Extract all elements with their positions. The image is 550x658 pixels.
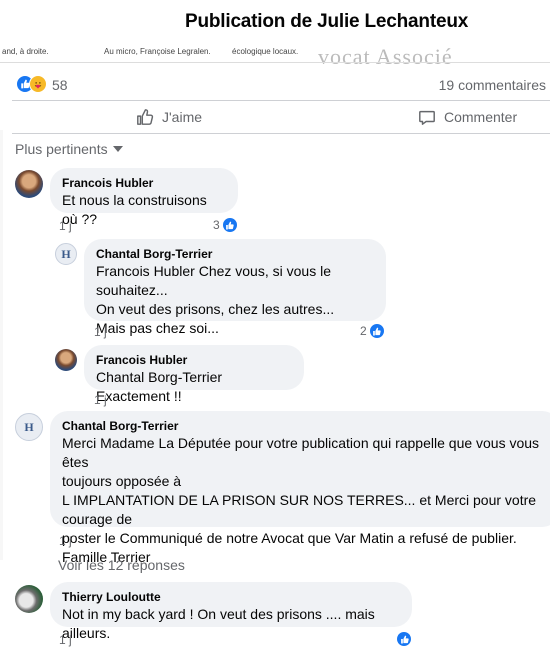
comments-count-link[interactable]: 19 commentaires [439,77,546,93]
post-header: Publication de Julie Lechanteux [0,0,550,48]
comment-timestamp[interactable]: 1 j [59,219,72,233]
comment-text: Chantal Borg-Terrier Exactement !! [96,369,223,404]
sort-dropdown[interactable]: Plus pertinents [15,141,123,157]
comment-bubble: Francois Hubler Et nous la construisons … [50,168,238,227]
logo-letter: H [61,246,71,261]
comment-reaction-count[interactable] [394,631,412,647]
like-button[interactable]: J'aime [136,101,202,133]
comment-text: Merci Madame La Députée pour votre publi… [62,435,540,565]
logo-letter: H [24,419,34,434]
avatar[interactable] [55,349,77,371]
comment-button-label: Commenter [444,109,518,125]
comment-bubble: Thierry Louloutte Not in my back yard ! … [50,582,412,641]
like-button-label: J'aime [162,109,203,125]
caret-down-icon [112,146,123,152]
post-image-strip[interactable]: and, à droite. Au micro, Françoise Legra… [0,44,550,66]
comment-timestamp[interactable]: 1 j [94,325,107,339]
thumbs-up-icon [137,109,154,125]
comment-author[interactable]: Francois Hubler [96,352,292,368]
avatar[interactable] [15,170,43,198]
comment-text: Not in my back yard ! On veut des prison… [62,606,375,641]
comment-timestamp[interactable]: 1 j [59,633,72,647]
comment-icon [419,110,435,125]
post-snippet-right: écologique locaux. [232,47,299,56]
page-title: Publication de Julie Lechanteux [185,11,469,32]
reaction-number: 3 [213,218,220,232]
like-icon [221,217,238,233]
comment-author[interactable]: Chantal Borg-Terrier [96,246,374,262]
care-icon [29,75,47,93]
comment-author[interactable]: Francois Hubler [62,175,226,191]
comment-author[interactable]: Thierry Louloutte [62,589,400,605]
strip-divider [0,62,550,63]
like-icon [396,631,412,647]
post-snippet-mid: Au micro, Françoise Legralen. [104,47,211,56]
reaction-count[interactable]: 58 [52,77,68,93]
reactions-bar: 58 19 commentaires [0,66,550,100]
reaction-number: 2 [360,324,367,338]
comment-timestamp[interactable]: 1 j [59,534,72,548]
reaction-icons[interactable] [16,75,50,93]
comment-reaction-count[interactable]: 3 [213,217,238,233]
comment-reaction-count[interactable]: 2 [360,323,385,339]
sort-label: Plus pertinents [15,141,108,157]
left-scroll-track [0,130,3,560]
action-bar: J'aime Commenter [12,100,550,134]
comment-text: Et nous la construisons où ?? [62,192,207,227]
reply-bubble: Chantal Borg-Terrier Francois Hubler Che… [84,239,386,336]
reply-bubble: Francois Hubler Chantal Borg-Terrier Exa… [84,345,304,404]
comment-timestamp[interactable]: 1 j [94,393,107,407]
comment-text: Francois Hubler Chez vous, si vous le so… [96,263,335,336]
avatar[interactable] [15,585,43,613]
comment-button[interactable]: Commenter [418,101,517,133]
like-icon [368,323,385,339]
view-replies-link[interactable]: Voir les 12 réponses [58,557,185,573]
comment-bubble: Chantal Borg-Terrier Merci Madame La Dép… [50,411,550,565]
avatar[interactable]: H [55,243,77,265]
avatar[interactable]: H [15,413,43,441]
post-snippet-left: and, à droite. [2,47,49,56]
comment-author[interactable]: Chantal Borg-Terrier [62,418,548,434]
